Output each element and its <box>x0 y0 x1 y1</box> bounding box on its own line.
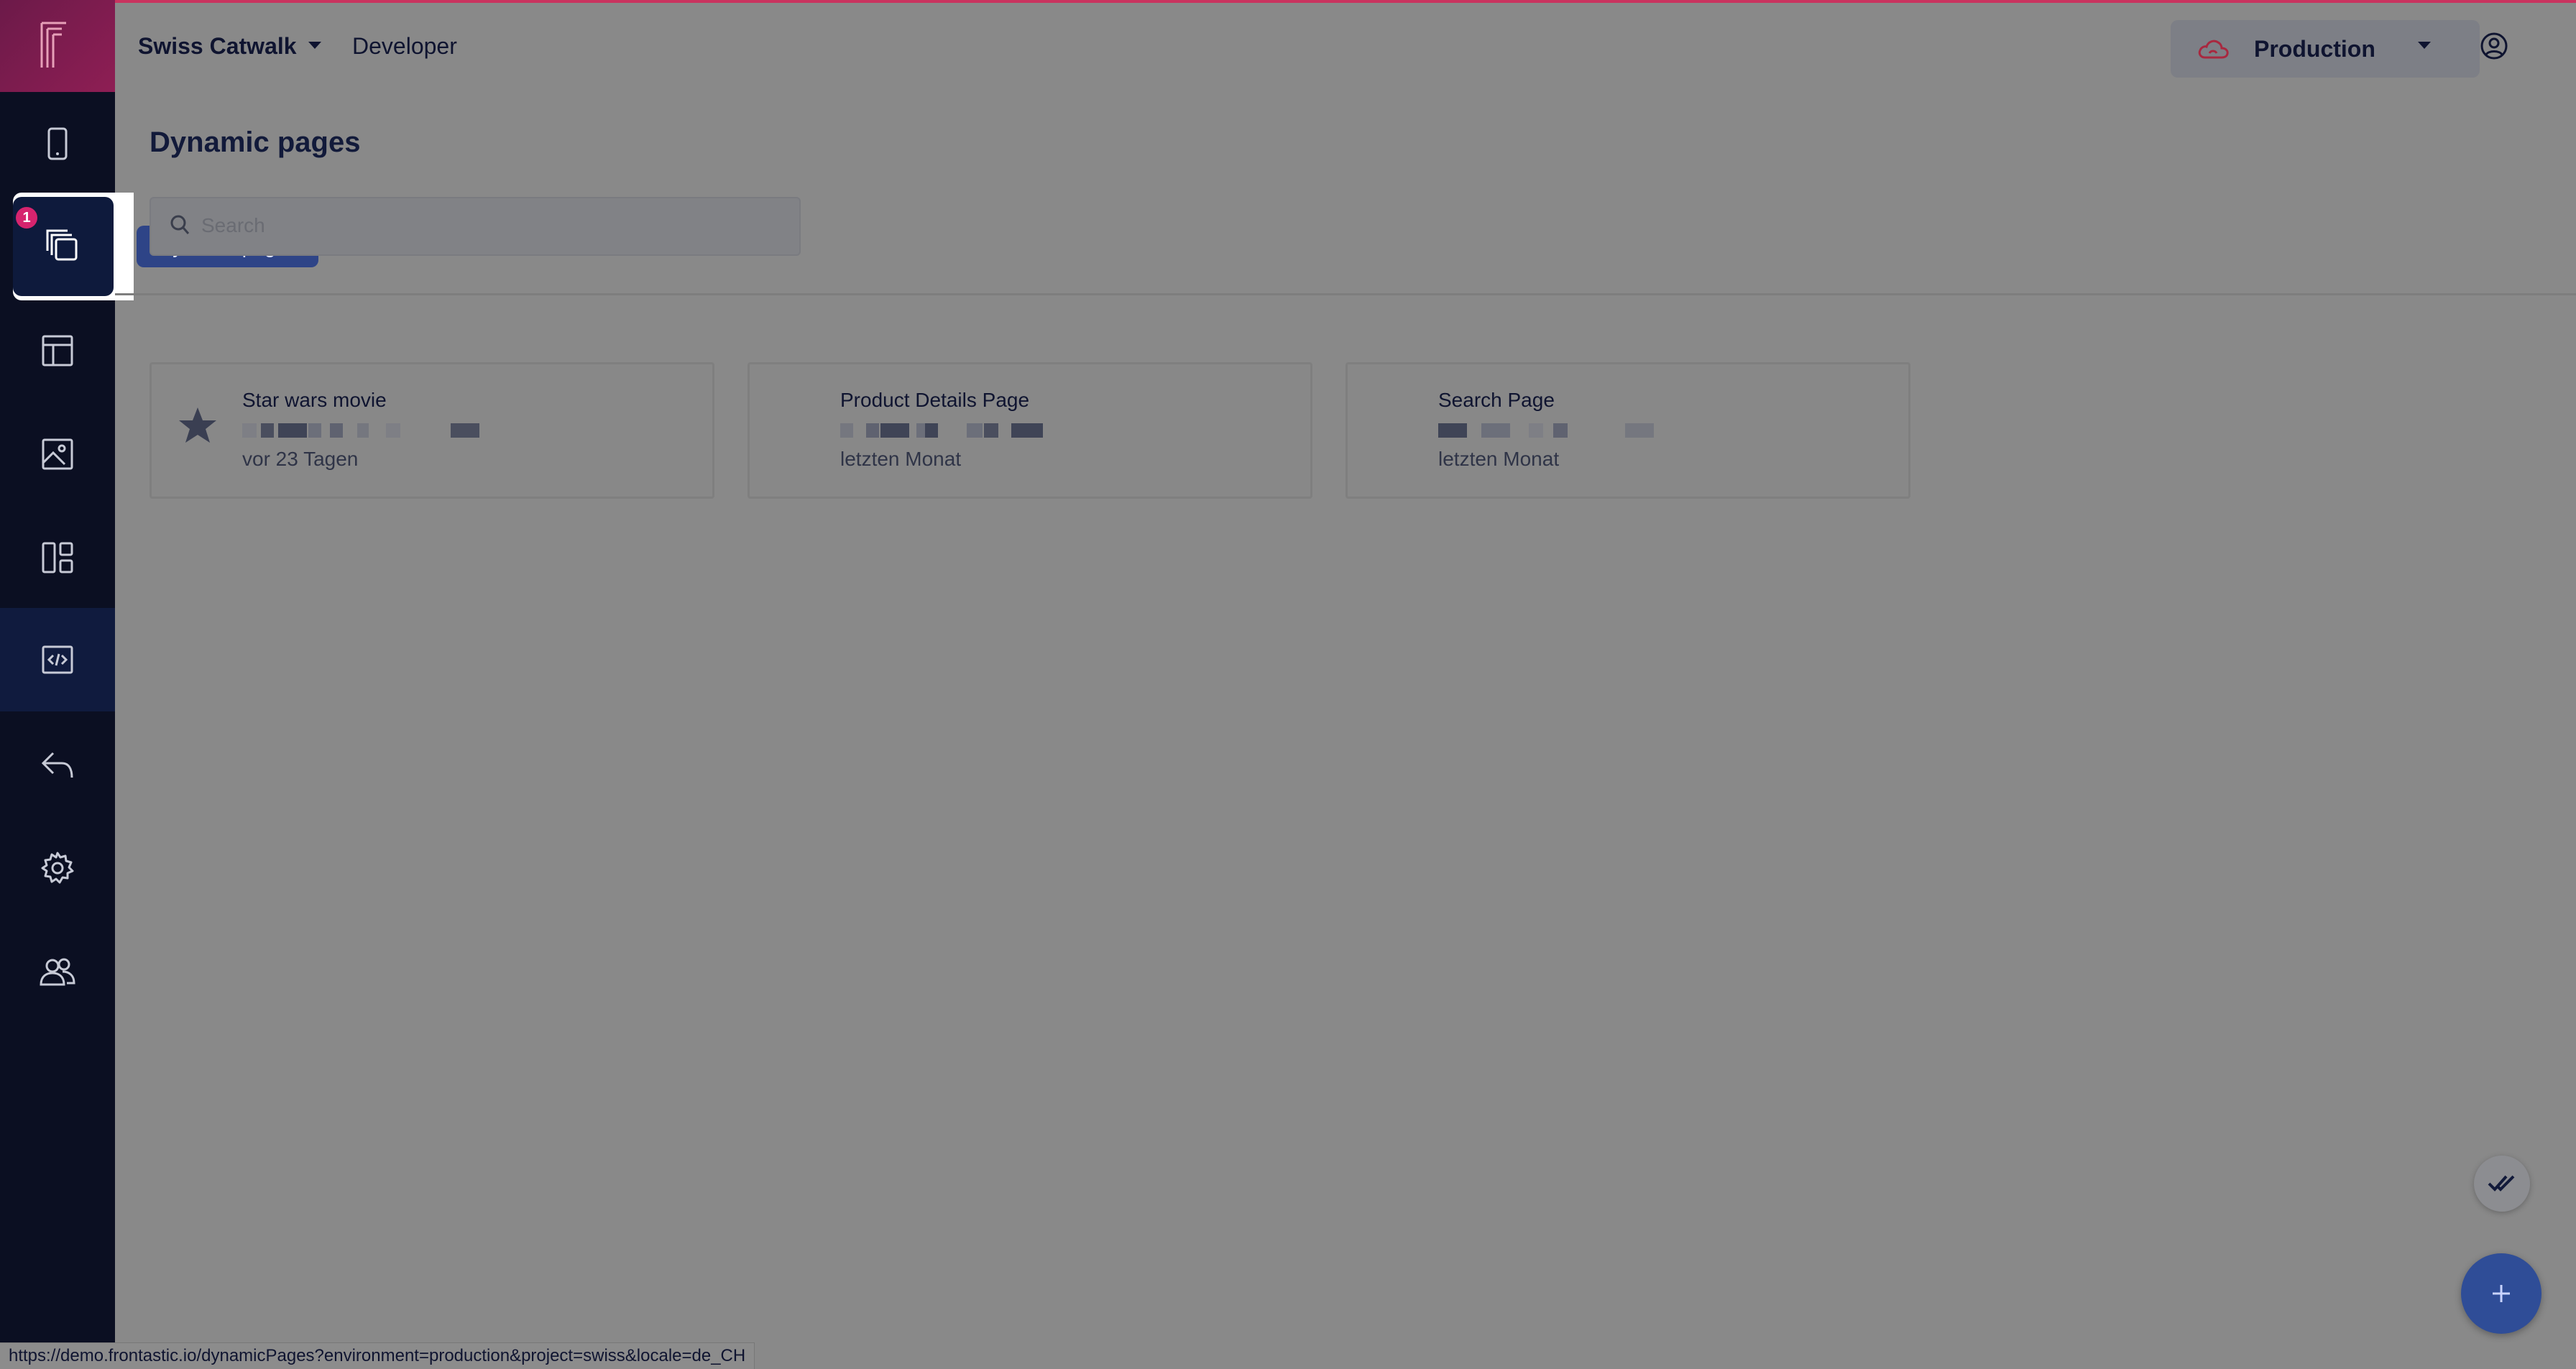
sidebar-item-settings[interactable] <box>0 816 115 920</box>
notification-badge: 1 <box>16 207 37 229</box>
users-icon <box>40 958 75 986</box>
developer-code-icon <box>42 645 73 674</box>
chevron-down-icon[interactable] <box>307 40 323 50</box>
sidebar-item-mobile[interactable] <box>0 92 115 195</box>
project-selector[interactable]: Swiss Catwalk <box>138 33 297 60</box>
content-divider <box>115 293 2576 295</box>
sidebar-item-dynamic-pages[interactable]: 1 <box>13 193 134 300</box>
settings-icon <box>41 852 74 884</box>
app-header: Swiss Catwalk Developer Production <box>115 3 2576 92</box>
dynamic-pages-icon <box>46 229 78 261</box>
double-check-icon <box>2488 1175 2515 1191</box>
environment-selector[interactable]: Production <box>2171 20 2480 78</box>
search-input[interactable]: Search <box>150 197 801 256</box>
obscured-url <box>1438 423 1683 439</box>
page-card-title: Product Details Page <box>840 389 1030 411</box>
frontastic-logo[interactable] <box>0 0 115 92</box>
page-card-title: Star wars movie <box>242 389 387 411</box>
search-placeholder: Search <box>201 214 265 236</box>
page-card-date: vor 23 Tagen <box>242 448 359 470</box>
page-card-date: letzten Monat <box>1438 448 1560 470</box>
page-card[interactable]: Product Details Page letzten Monat <box>748 362 1312 499</box>
add-page-button[interactable] <box>2461 1253 2542 1334</box>
cloud-icon <box>2198 40 2229 59</box>
page-title: Dynamic pages <box>150 126 361 158</box>
search-icon <box>170 215 190 234</box>
media-icon <box>42 438 73 470</box>
plus-icon <box>2493 1285 2510 1302</box>
status-bar-url: https://demo.frontastic.io/dynamicPages?… <box>0 1342 755 1369</box>
page-card[interactable]: Star wars movie vor 23 Tagen <box>150 362 714 499</box>
layout-icon <box>42 335 73 367</box>
obscured-url <box>840 423 1085 439</box>
user-account-icon[interactable] <box>2480 32 2508 60</box>
sidebar-item-media[interactable] <box>0 402 115 506</box>
star-icon[interactable] <box>178 406 218 445</box>
obscured-url <box>242 423 487 439</box>
components-icon <box>42 542 73 573</box>
sidebar-item-layout[interactable] <box>0 299 115 402</box>
page-card[interactable]: Search Page letzten Monat <box>1346 362 1910 499</box>
logo-icon <box>40 22 66 68</box>
sidebar-item-components[interactable] <box>0 506 115 609</box>
undo-icon <box>41 752 73 778</box>
mark-all-read-button[interactable] <box>2474 1156 2530 1212</box>
sidebar: 1 <box>0 0 134 1368</box>
sidebar-item-undo[interactable] <box>0 713 115 816</box>
environment-label: Production <box>2254 36 2375 62</box>
role-label: Developer <box>352 33 457 59</box>
chevron-down-icon <box>2418 42 2431 49</box>
page-card-title: Search Page <box>1438 389 1555 411</box>
sidebar-item-developer[interactable] <box>0 608 115 711</box>
sidebar-item-users[interactable] <box>0 920 115 1023</box>
mobile-icon <box>47 127 68 160</box>
page-card-date: letzten Monat <box>840 448 962 470</box>
